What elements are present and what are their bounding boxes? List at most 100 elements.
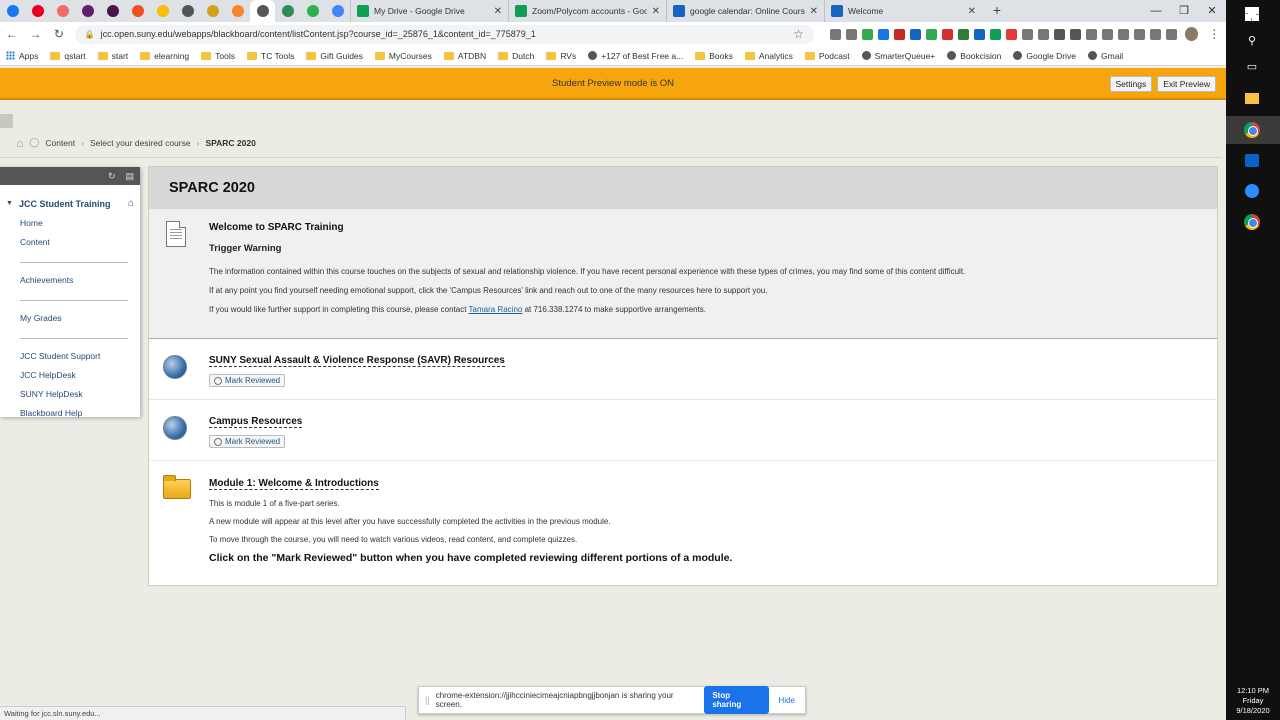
bookmark-item[interactable]: Books	[695, 51, 733, 61]
pinned-tab[interactable]	[100, 0, 125, 22]
course-menu-item[interactable]: My Grades	[0, 310, 140, 329]
extension-icon[interactable]	[877, 28, 889, 40]
bookmark-item[interactable]: qstart	[50, 51, 86, 61]
extension-icon[interactable]	[1117, 28, 1129, 40]
extension-icon[interactable]	[845, 28, 857, 40]
breadcrumb-item-content[interactable]: Content	[45, 138, 75, 148]
bookmark-item[interactable]: Analytics	[744, 51, 793, 61]
browser-tab[interactable]: Welcome ✕	[824, 0, 982, 22]
extension-icon[interactable]	[925, 28, 937, 40]
bookmark-item[interactable]: start	[97, 51, 128, 61]
extension-icon[interactable]	[1021, 28, 1033, 40]
collapse-triangle-icon[interactable]: ▼	[6, 200, 13, 207]
bookmark-item[interactable]: SmarterQueue+	[861, 51, 935, 61]
bookmark-item[interactable]: Bookcision	[947, 51, 1001, 61]
browser-tab[interactable]: My Drive - Google Drive ✕	[350, 0, 508, 22]
drag-handle-icon[interactable]: ||	[425, 695, 430, 705]
file-explorer-icon[interactable]	[1242, 88, 1262, 108]
course-menu-item[interactable]: JCC HelpDesk	[0, 367, 140, 386]
windows-start-icon[interactable]	[1242, 4, 1262, 24]
close-tab-icon[interactable]: ✕	[652, 6, 660, 17]
pinned-tab[interactable]	[325, 0, 350, 22]
home-icon[interactable]: ⌂	[16, 136, 23, 150]
settings-button[interactable]: Settings	[1109, 76, 1153, 92]
close-tab-icon[interactable]: ✕	[810, 6, 818, 17]
extension-icon[interactable]	[1037, 28, 1049, 40]
close-window-button[interactable]: ✕	[1198, 0, 1226, 22]
extension-icon[interactable]	[957, 28, 969, 40]
reload-button[interactable]: ↻	[51, 27, 67, 41]
extension-icon[interactable]	[909, 28, 921, 40]
bookmark-item[interactable]: RVs	[546, 51, 576, 61]
pinned-tab[interactable]	[200, 0, 225, 22]
outlook-icon[interactable]	[1242, 150, 1262, 170]
course-menu-item[interactable]: Content	[0, 234, 140, 253]
extension-icon[interactable]	[861, 28, 873, 40]
pinned-tab[interactable]	[0, 0, 25, 22]
course-menu-item[interactable]: SUNY HelpDesk	[0, 386, 140, 405]
extension-icon[interactable]	[973, 28, 985, 40]
bookmark-star-icon[interactable]: ☆	[793, 27, 804, 41]
menu-toggle-handle[interactable]	[0, 114, 13, 128]
campus-resources-link[interactable]: Campus Resources	[209, 416, 303, 428]
chrome-taskbar-icon[interactable]	[1242, 120, 1262, 140]
pinned-tab[interactable]	[75, 0, 100, 22]
bookmark-item[interactable]: MyCourses	[374, 51, 432, 61]
course-menu-item[interactable]: Achievements	[0, 272, 140, 291]
system-clock[interactable]: 12:10 PM Friday 9/18/2020	[1226, 686, 1280, 716]
pinned-tab[interactable]	[175, 0, 200, 22]
bookmark-item[interactable]: Gift Guides	[306, 51, 363, 61]
chrome-taskbar-icon-2[interactable]	[1242, 212, 1262, 232]
extension-icon[interactable]	[893, 28, 905, 40]
pinned-tab[interactable]	[225, 0, 250, 22]
extension-icon[interactable]	[1005, 28, 1017, 40]
address-bar[interactable]: 🔒 jcc.open.suny.edu/webapps/blackboard/c…	[74, 24, 814, 44]
bookmark-item[interactable]: Tools	[201, 51, 235, 61]
close-tab-icon[interactable]: ✕	[494, 6, 502, 17]
pinned-tab[interactable]	[25, 0, 50, 22]
forward-button[interactable]: →	[28, 27, 44, 41]
bookmark-item[interactable]: ATDBN	[443, 51, 486, 61]
extension-icon[interactable]	[1053, 28, 1065, 40]
pinned-tab[interactable]	[125, 0, 150, 22]
profile-avatar[interactable]	[1184, 27, 1199, 41]
extension-icon[interactable]	[941, 28, 953, 40]
extension-icon[interactable]	[829, 28, 841, 40]
bookmark-item[interactable]: Apps	[6, 51, 38, 61]
course-menu-item[interactable]: Blackboard Help	[0, 405, 140, 424]
bookmark-item[interactable]: TC Tools	[247, 51, 294, 61]
course-home-icon[interactable]: ◯	[29, 137, 39, 148]
zoom-icon[interactable]	[1242, 181, 1262, 201]
bookmark-item[interactable]: Gmail	[1088, 51, 1123, 61]
task-view-icon[interactable]: ▭	[1242, 56, 1262, 76]
course-menu-item[interactable]: JCC Student Support	[0, 348, 140, 367]
menu-folder-icon[interactable]: ▤	[125, 171, 134, 182]
new-tab-button[interactable]: +	[982, 0, 1012, 22]
search-icon[interactable]: ⚲	[1242, 30, 1262, 50]
hide-button[interactable]: Hide	[775, 696, 799, 705]
course-menu-title[interactable]: ▼ JCC Student Training ⌂	[0, 185, 140, 215]
exit-preview-button[interactable]: Exit Preview	[1157, 76, 1216, 92]
close-tab-icon[interactable]: ✕	[968, 6, 976, 17]
browser-tab[interactable]: google calendar: Online Courses ✕	[666, 0, 824, 22]
maximize-button[interactable]: ❐	[1170, 0, 1198, 22]
browser-menu-button[interactable]: ⋮	[1206, 27, 1222, 41]
course-home-icon[interactable]: ⌂	[128, 198, 134, 209]
stop-sharing-button[interactable]: Stop sharing	[704, 686, 769, 714]
course-menu-item[interactable]: Home	[0, 215, 140, 234]
pinned-tab[interactable]	[300, 0, 325, 22]
pinned-tab[interactable]	[150, 0, 175, 22]
refresh-icon[interactable]: ↻	[108, 171, 116, 182]
mark-reviewed-button[interactable]: Mark Reviewed	[209, 374, 286, 387]
extension-icon[interactable]	[1085, 28, 1097, 40]
pinned-tab[interactable]	[275, 0, 300, 22]
extension-icon[interactable]	[1069, 28, 1081, 40]
extension-icon[interactable]	[1101, 28, 1113, 40]
bookmark-item[interactable]: Podcast	[804, 51, 850, 61]
bookmark-item[interactable]: +127 of Best Free a...	[588, 51, 683, 61]
module-1-link[interactable]: Module 1: Welcome & Introductions	[209, 478, 379, 490]
back-button[interactable]: ←	[4, 27, 20, 41]
mark-reviewed-button[interactable]: Mark Reviewed	[209, 435, 286, 448]
breadcrumb-item-select-course[interactable]: Select your desired course	[90, 138, 191, 148]
extension-icon[interactable]	[1165, 28, 1177, 40]
